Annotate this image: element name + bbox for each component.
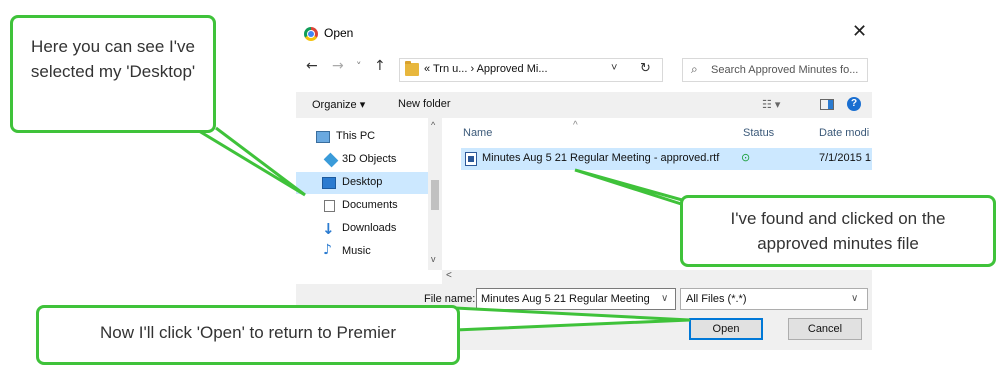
desktop-callout-text: Here you can see I've selected my 'Deskt…	[30, 37, 196, 81]
desktop-callout-pointer	[193, 126, 306, 197]
file-callout-text: I've found and clicked on the approved m…	[730, 209, 946, 253]
open-callout-pointer	[454, 306, 691, 332]
open-callout: Now I'll click 'Open' to return to Premi…	[36, 305, 460, 365]
open-callout-text: Now I'll click 'Open' to return to Premi…	[100, 323, 396, 342]
file-callout: I've found and clicked on the approved m…	[680, 195, 996, 267]
desktop-callout: Here you can see I've selected my 'Deskt…	[10, 15, 216, 133]
